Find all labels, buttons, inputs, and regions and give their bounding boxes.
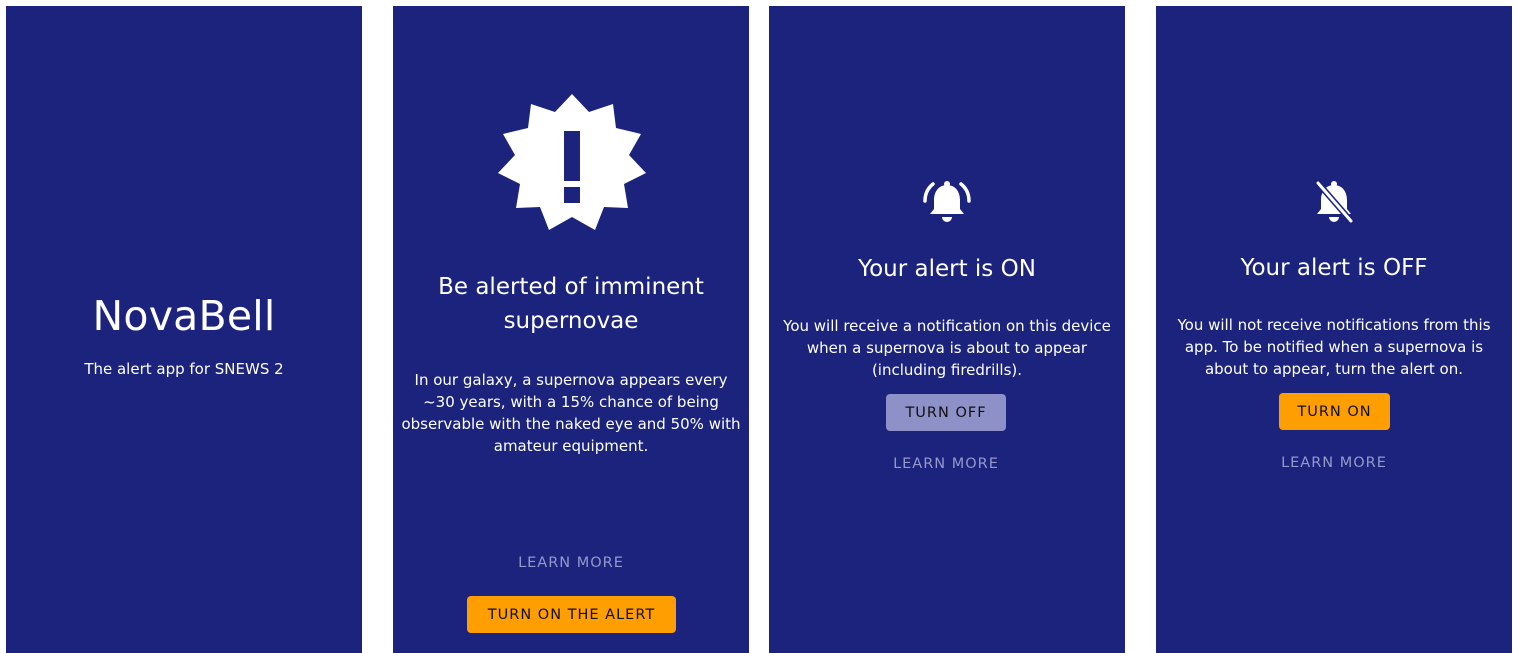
app-title: NovaBell xyxy=(92,292,276,340)
turn-off-button[interactable]: TURN OFF xyxy=(886,394,1006,431)
bell-ringing-icon xyxy=(923,181,971,222)
learn-more-button[interactable]: LEARN MORE xyxy=(871,451,1021,477)
bell-off-icon xyxy=(1315,180,1354,224)
intro-headline-line: supernovae xyxy=(503,308,639,334)
learn-more-button[interactable]: LEARN MORE xyxy=(496,550,646,576)
turn-on-alert-button[interactable]: TURN ON THE ALERT xyxy=(467,596,676,633)
alert-off-description-line: about to appear, turn the alert on. xyxy=(1204,360,1464,378)
splash-screen: NovaBell The alert app for SNEWS 2 xyxy=(6,6,362,653)
alert-on-screen: Your alert is ON You will receive a noti… xyxy=(769,6,1125,653)
intro-description-line: ~30 years, with a 15% chance of being xyxy=(423,393,719,411)
learn-more-button[interactable]: LEARN MORE xyxy=(1259,450,1409,476)
app-subtitle: The alert app for SNEWS 2 xyxy=(84,360,284,378)
alert-on-description: You will receive a notification on this … xyxy=(769,315,1125,381)
intro-description-line: In our galaxy, a supernova appears every xyxy=(414,371,728,389)
alert-off-description-line: app. To be notified when a supernova is xyxy=(1184,338,1484,356)
intro-headline: Be alerted of imminent supernovae xyxy=(393,270,749,338)
intro-headline-line: Be alerted of imminent xyxy=(438,274,704,300)
alert-off-title: Your alert is OFF xyxy=(1240,255,1428,281)
alert-off-screen: Your alert is OFF You will not receive n… xyxy=(1156,6,1512,653)
turn-on-button[interactable]: TURN ON xyxy=(1279,393,1390,430)
alert-on-description-line: (including firedrills). xyxy=(871,361,1023,379)
alert-badge-icon xyxy=(498,94,646,230)
alert-off-description: You will not receive notifications from … xyxy=(1156,314,1512,380)
alert-on-title: Your alert is ON xyxy=(858,256,1036,282)
alert-off-description-line: You will not receive notifications from … xyxy=(1177,316,1491,334)
intro-screen: Be alerted of imminent supernovae In our… xyxy=(393,6,749,653)
intro-description-line: observable with the naked eye and 50% wi… xyxy=(401,415,741,433)
intro-description-line: amateur equipment. xyxy=(493,437,649,455)
alert-on-description-line: You will receive a notification on this … xyxy=(783,317,1111,335)
alert-on-description-line: when a supernova is about to appear xyxy=(806,339,1088,357)
intro-description: In our galaxy, a supernova appears every… xyxy=(393,369,749,457)
